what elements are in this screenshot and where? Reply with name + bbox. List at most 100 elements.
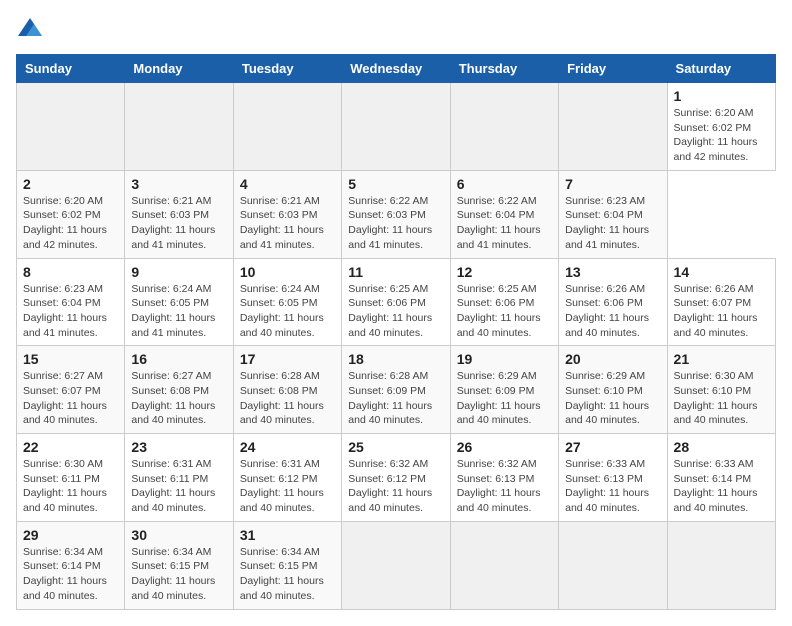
calendar-day-cell: 29 Sunrise: 6:34 AMSunset: 6:14 PMDaylig… — [17, 521, 125, 609]
calendar-day-cell: 31 Sunrise: 6:34 AMSunset: 6:15 PMDaylig… — [233, 521, 341, 609]
day-number: 22 — [23, 439, 118, 455]
calendar-day-cell: 30 Sunrise: 6:34 AMSunset: 6:15 PMDaylig… — [125, 521, 233, 609]
day-info: Sunrise: 6:31 AMSunset: 6:11 PMDaylight:… — [131, 457, 226, 516]
day-info: Sunrise: 6:32 AMSunset: 6:12 PMDaylight:… — [348, 457, 443, 516]
page-header — [16, 16, 776, 44]
day-info: Sunrise: 6:23 AMSunset: 6:04 PMDaylight:… — [565, 194, 660, 253]
calendar-week-row: 2 Sunrise: 6:20 AMSunset: 6:02 PMDayligh… — [17, 170, 776, 258]
day-info: Sunrise: 6:28 AMSunset: 6:08 PMDaylight:… — [240, 369, 335, 428]
calendar-day-cell — [559, 521, 667, 609]
calendar-header-cell: Sunday — [17, 55, 125, 83]
day-number: 16 — [131, 351, 226, 367]
calendar-day-cell: 22 Sunrise: 6:30 AMSunset: 6:11 PMDaylig… — [17, 434, 125, 522]
calendar-day-cell — [125, 83, 233, 171]
calendar-day-cell — [17, 83, 125, 171]
day-number: 24 — [240, 439, 335, 455]
day-number: 27 — [565, 439, 660, 455]
day-info: Sunrise: 6:24 AMSunset: 6:05 PMDaylight:… — [131, 282, 226, 341]
day-number: 19 — [457, 351, 552, 367]
calendar-day-cell — [342, 521, 450, 609]
calendar-day-cell: 19 Sunrise: 6:29 AMSunset: 6:09 PMDaylig… — [450, 346, 558, 434]
day-info: Sunrise: 6:22 AMSunset: 6:03 PMDaylight:… — [348, 194, 443, 253]
calendar-week-row: 8 Sunrise: 6:23 AMSunset: 6:04 PMDayligh… — [17, 258, 776, 346]
day-number: 15 — [23, 351, 118, 367]
calendar-day-cell: 6 Sunrise: 6:22 AMSunset: 6:04 PMDayligh… — [450, 170, 558, 258]
day-info: Sunrise: 6:25 AMSunset: 6:06 PMDaylight:… — [348, 282, 443, 341]
day-number: 4 — [240, 176, 335, 192]
day-number: 1 — [674, 88, 769, 104]
day-info: Sunrise: 6:23 AMSunset: 6:04 PMDaylight:… — [23, 282, 118, 341]
day-number: 23 — [131, 439, 226, 455]
day-number: 7 — [565, 176, 660, 192]
day-number: 10 — [240, 264, 335, 280]
calendar-header-cell: Tuesday — [233, 55, 341, 83]
calendar-day-cell: 17 Sunrise: 6:28 AMSunset: 6:08 PMDaylig… — [233, 346, 341, 434]
day-number: 31 — [240, 527, 335, 543]
calendar-day-cell: 28 Sunrise: 6:33 AMSunset: 6:14 PMDaylig… — [667, 434, 775, 522]
calendar-week-row: 22 Sunrise: 6:30 AMSunset: 6:11 PMDaylig… — [17, 434, 776, 522]
calendar-day-cell — [667, 521, 775, 609]
calendar-header-cell: Saturday — [667, 55, 775, 83]
day-number: 6 — [457, 176, 552, 192]
calendar-day-cell: 26 Sunrise: 6:32 AMSunset: 6:13 PMDaylig… — [450, 434, 558, 522]
day-info: Sunrise: 6:28 AMSunset: 6:09 PMDaylight:… — [348, 369, 443, 428]
calendar-day-cell — [342, 83, 450, 171]
calendar-day-cell: 25 Sunrise: 6:32 AMSunset: 6:12 PMDaylig… — [342, 434, 450, 522]
calendar-day-cell: 12 Sunrise: 6:25 AMSunset: 6:06 PMDaylig… — [450, 258, 558, 346]
day-info: Sunrise: 6:31 AMSunset: 6:12 PMDaylight:… — [240, 457, 335, 516]
calendar-day-cell — [233, 83, 341, 171]
calendar-day-cell: 7 Sunrise: 6:23 AMSunset: 6:04 PMDayligh… — [559, 170, 667, 258]
day-info: Sunrise: 6:24 AMSunset: 6:05 PMDaylight:… — [240, 282, 335, 341]
calendar-day-cell: 27 Sunrise: 6:33 AMSunset: 6:13 PMDaylig… — [559, 434, 667, 522]
day-number: 21 — [674, 351, 769, 367]
day-info: Sunrise: 6:32 AMSunset: 6:13 PMDaylight:… — [457, 457, 552, 516]
calendar-week-row: 15 Sunrise: 6:27 AMSunset: 6:07 PMDaylig… — [17, 346, 776, 434]
day-info: Sunrise: 6:29 AMSunset: 6:10 PMDaylight:… — [565, 369, 660, 428]
calendar-day-cell: 9 Sunrise: 6:24 AMSunset: 6:05 PMDayligh… — [125, 258, 233, 346]
day-info: Sunrise: 6:26 AMSunset: 6:06 PMDaylight:… — [565, 282, 660, 341]
calendar-week-row: 29 Sunrise: 6:34 AMSunset: 6:14 PMDaylig… — [17, 521, 776, 609]
logo-icon — [16, 16, 44, 44]
calendar-day-cell: 16 Sunrise: 6:27 AMSunset: 6:08 PMDaylig… — [125, 346, 233, 434]
day-number: 28 — [674, 439, 769, 455]
day-info: Sunrise: 6:25 AMSunset: 6:06 PMDaylight:… — [457, 282, 552, 341]
day-number: 12 — [457, 264, 552, 280]
calendar-header-row: SundayMondayTuesdayWednesdayThursdayFrid… — [17, 55, 776, 83]
calendar-header-cell: Friday — [559, 55, 667, 83]
calendar-day-cell: 18 Sunrise: 6:28 AMSunset: 6:09 PMDaylig… — [342, 346, 450, 434]
day-number: 17 — [240, 351, 335, 367]
logo — [16, 16, 48, 44]
day-info: Sunrise: 6:27 AMSunset: 6:08 PMDaylight:… — [131, 369, 226, 428]
day-number: 2 — [23, 176, 118, 192]
day-info: Sunrise: 6:34 AMSunset: 6:14 PMDaylight:… — [23, 545, 118, 604]
calendar-day-cell: 24 Sunrise: 6:31 AMSunset: 6:12 PMDaylig… — [233, 434, 341, 522]
calendar-day-cell: 20 Sunrise: 6:29 AMSunset: 6:10 PMDaylig… — [559, 346, 667, 434]
calendar-day-cell: 1 Sunrise: 6:20 AMSunset: 6:02 PMDayligh… — [667, 83, 775, 171]
calendar-body: 1 Sunrise: 6:20 AMSunset: 6:02 PMDayligh… — [17, 83, 776, 610]
day-info: Sunrise: 6:26 AMSunset: 6:07 PMDaylight:… — [674, 282, 769, 341]
day-info: Sunrise: 6:33 AMSunset: 6:14 PMDaylight:… — [674, 457, 769, 516]
day-info: Sunrise: 6:20 AMSunset: 6:02 PMDaylight:… — [23, 194, 118, 253]
calendar-day-cell: 21 Sunrise: 6:30 AMSunset: 6:10 PMDaylig… — [667, 346, 775, 434]
calendar-day-cell: 8 Sunrise: 6:23 AMSunset: 6:04 PMDayligh… — [17, 258, 125, 346]
calendar-day-cell — [450, 83, 558, 171]
calendar-day-cell: 5 Sunrise: 6:22 AMSunset: 6:03 PMDayligh… — [342, 170, 450, 258]
day-info: Sunrise: 6:34 AMSunset: 6:15 PMDaylight:… — [131, 545, 226, 604]
calendar-day-cell: 14 Sunrise: 6:26 AMSunset: 6:07 PMDaylig… — [667, 258, 775, 346]
calendar-header-cell: Wednesday — [342, 55, 450, 83]
day-info: Sunrise: 6:22 AMSunset: 6:04 PMDaylight:… — [457, 194, 552, 253]
day-number: 13 — [565, 264, 660, 280]
day-info: Sunrise: 6:20 AMSunset: 6:02 PMDaylight:… — [674, 106, 769, 165]
day-number: 5 — [348, 176, 443, 192]
calendar-day-cell: 11 Sunrise: 6:25 AMSunset: 6:06 PMDaylig… — [342, 258, 450, 346]
calendar-day-cell — [450, 521, 558, 609]
day-number: 25 — [348, 439, 443, 455]
calendar-day-cell: 23 Sunrise: 6:31 AMSunset: 6:11 PMDaylig… — [125, 434, 233, 522]
calendar-day-cell: 10 Sunrise: 6:24 AMSunset: 6:05 PMDaylig… — [233, 258, 341, 346]
day-number: 20 — [565, 351, 660, 367]
day-number: 18 — [348, 351, 443, 367]
calendar-day-cell: 15 Sunrise: 6:27 AMSunset: 6:07 PMDaylig… — [17, 346, 125, 434]
calendar-week-row: 1 Sunrise: 6:20 AMSunset: 6:02 PMDayligh… — [17, 83, 776, 171]
calendar-day-cell: 2 Sunrise: 6:20 AMSunset: 6:02 PMDayligh… — [17, 170, 125, 258]
day-info: Sunrise: 6:30 AMSunset: 6:11 PMDaylight:… — [23, 457, 118, 516]
